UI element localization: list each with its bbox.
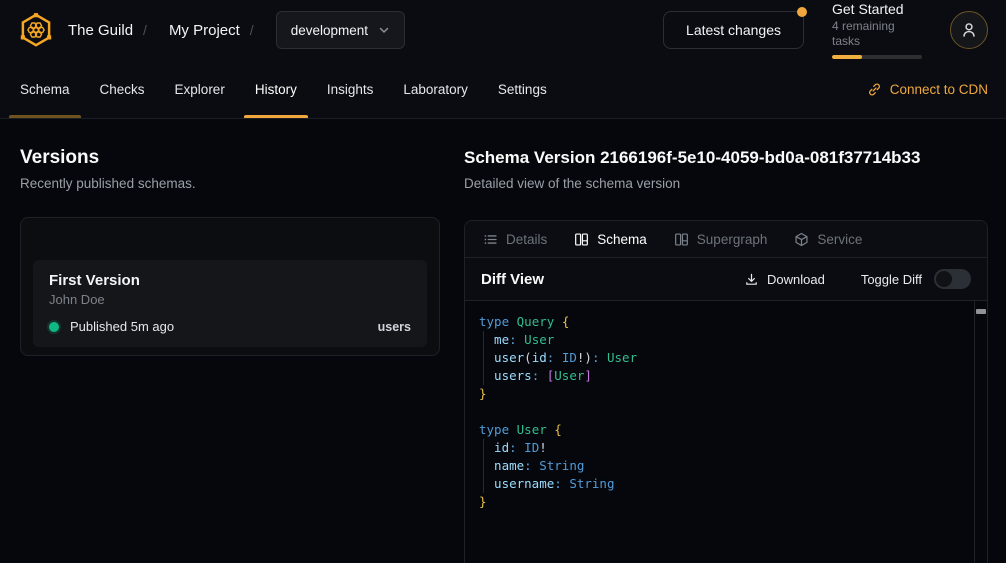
published-status-dot — [49, 322, 59, 332]
code-line — [479, 403, 968, 421]
get-started-progress-track — [832, 55, 922, 59]
nav-tab-checks[interactable]: Checks — [85, 60, 160, 118]
user-avatar[interactable] — [950, 11, 988, 49]
latest-changes-label: Latest changes — [686, 22, 781, 38]
nav-tab-label: History — [255, 82, 297, 97]
toggle-diff-label: Toggle Diff — [861, 272, 922, 287]
version-list-item[interactable]: First Version John Doe Published 5m ago … — [33, 260, 427, 347]
nav-tab-schema[interactable]: Schema — [5, 60, 85, 118]
code-line: type Query { — [479, 313, 968, 331]
code-line: me: User — [479, 331, 968, 349]
code-line: } — [479, 493, 968, 511]
target-selector[interactable]: development — [276, 11, 405, 49]
toggle-diff-switch[interactable] — [934, 269, 971, 289]
latest-changes-button[interactable]: Latest changes — [663, 11, 804, 49]
chevron-down-icon — [378, 24, 390, 36]
nav-tab-label: Settings — [498, 82, 547, 97]
version-service-name: users — [378, 320, 411, 334]
get-started-subtitle: 4 remaining tasks — [832, 19, 922, 49]
nav-tab-label: Laboratory — [403, 82, 468, 97]
code-block[interactable]: type Query { me: User user(id: ID!): Use… — [465, 301, 974, 563]
code-line: id: ID! — [479, 439, 968, 457]
nav-tab-insights[interactable]: Insights — [312, 60, 389, 118]
tab-label: Details — [506, 232, 547, 247]
switch-knob — [936, 271, 952, 287]
project-nav: Schema Checks Explorer History Insights … — [0, 60, 1006, 119]
versions-list-card: First Version John Doe Published 5m ago … — [20, 217, 440, 356]
code-scrollbar[interactable] — [974, 301, 987, 563]
nav-tab-history[interactable]: History — [240, 60, 312, 118]
connect-to-cdn-label: Connect to CDN — [890, 82, 988, 97]
version-name: First Version — [49, 272, 411, 289]
nav-tab-settings[interactable]: Settings — [483, 60, 562, 118]
tab-service[interactable]: Service — [794, 232, 862, 247]
detail-tabs: Details Schema Supergr — [465, 221, 987, 258]
code-line: } — [479, 385, 968, 403]
code-line: user(id: ID!): User — [479, 349, 968, 367]
versions-panel: Versions Recently published schemas. Fir… — [20, 147, 464, 563]
hive-logo-icon — [17, 11, 55, 49]
code-line: users: [User] — [479, 367, 968, 385]
version-detail-panel: Schema Version 2166196f-5e10-4059-bd0a-0… — [464, 147, 988, 563]
scrollbar-thumb[interactable] — [976, 309, 986, 314]
tab-underline — [316, 115, 385, 118]
progress-fill — [832, 55, 862, 59]
code-line: type User { — [479, 421, 968, 439]
breadcrumb-separator: / — [143, 22, 147, 38]
notification-dot — [797, 7, 807, 17]
app-header: The Guild / My Project / development Lat… — [0, 0, 1006, 60]
tab-underline — [164, 115, 236, 118]
columns-icon — [574, 232, 589, 247]
nav-tab-label: Explorer — [175, 82, 225, 97]
main-content: Versions Recently published schemas. Fir… — [0, 119, 1006, 563]
get-started-title: Get Started — [832, 1, 922, 18]
nav-tab-label: Checks — [100, 82, 145, 97]
code-line: name: String — [479, 457, 968, 475]
schema-version-subtitle: Detailed view of the schema version — [464, 176, 988, 191]
tab-underline — [89, 115, 156, 118]
nav-tab-explorer[interactable]: Explorer — [160, 60, 240, 118]
nav-tab-label: Schema — [20, 82, 70, 97]
link-icon — [867, 82, 882, 97]
header-right: Latest changes Get Started 4 remaining t… — [663, 1, 988, 59]
tab-label: Supergraph — [697, 232, 768, 247]
schema-version-title: Schema Version 2166196f-5e10-4059-bd0a-0… — [464, 147, 988, 169]
diff-actions: Download Toggle Diff — [744, 269, 971, 289]
breadcrumb-project[interactable]: My Project — [169, 22, 240, 39]
download-button[interactable]: Download — [744, 272, 825, 287]
download-icon — [744, 272, 759, 287]
version-status-row: Published 5m ago users — [49, 319, 411, 334]
tab-underline — [392, 115, 479, 118]
tab-schema[interactable]: Schema — [574, 232, 647, 247]
tab-underline — [244, 115, 308, 118]
schema-detail-card: Details Schema Supergr — [464, 220, 988, 563]
diff-view-header: Diff View Download Toggle Diff — [465, 258, 987, 301]
columns-icon — [674, 232, 689, 247]
breadcrumb-org[interactable]: The Guild — [68, 22, 133, 39]
version-author: John Doe — [49, 292, 411, 307]
code-line: username: String — [479, 475, 968, 493]
user-icon — [960, 21, 978, 39]
versions-subtitle: Recently published schemas. — [20, 176, 464, 191]
tab-underline — [9, 115, 81, 118]
target-selector-value: development — [291, 23, 368, 38]
versions-title: Versions — [20, 147, 464, 169]
tab-underline — [487, 115, 558, 118]
connect-to-cdn-button[interactable]: Connect to CDN — [867, 60, 988, 118]
nav-tab-label: Insights — [327, 82, 374, 97]
diff-view-title: Diff View — [481, 271, 544, 288]
hive-logo[interactable] — [16, 10, 56, 50]
tab-supergraph[interactable]: Supergraph — [674, 232, 768, 247]
tab-label: Service — [817, 232, 862, 247]
tab-details[interactable]: Details — [483, 232, 547, 247]
nav-tab-laboratory[interactable]: Laboratory — [388, 60, 483, 118]
download-label: Download — [767, 272, 825, 287]
code-viewer: type Query { me: User user(id: ID!): Use… — [465, 301, 987, 563]
tab-label: Schema — [597, 232, 647, 247]
get-started-widget[interactable]: Get Started 4 remaining tasks — [832, 1, 922, 59]
cube-icon — [794, 232, 809, 247]
breadcrumb-separator: / — [250, 22, 254, 38]
version-status-text: Published 5m ago — [70, 319, 174, 334]
list-icon — [483, 232, 498, 247]
